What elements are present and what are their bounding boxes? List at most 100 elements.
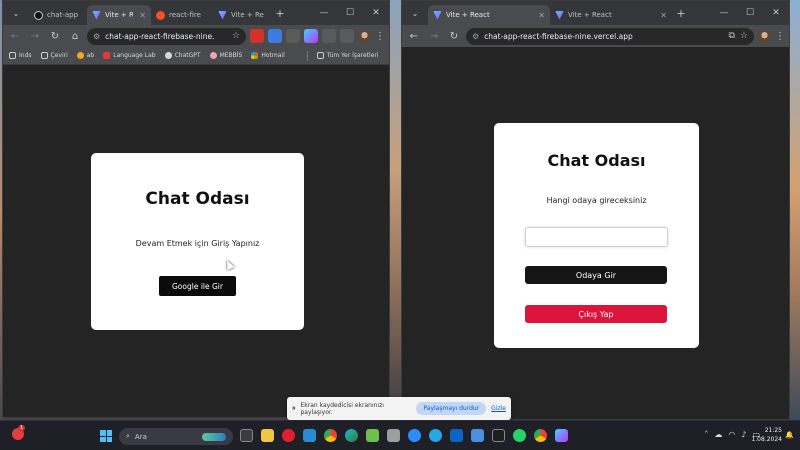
bookmark-icon bbox=[103, 52, 111, 59]
reload-icon[interactable]: ↻ bbox=[446, 28, 462, 44]
search-icon: ⌕ bbox=[126, 432, 130, 440]
room-name-input[interactable] bbox=[525, 227, 668, 247]
bookmark-item[interactable]: MEBBİS bbox=[209, 52, 242, 59]
avatar[interactable] bbox=[358, 29, 371, 43]
kebab-menu-icon[interactable]: ⋮ bbox=[375, 31, 385, 42]
bookmarks-divider bbox=[306, 50, 308, 61]
maximize-icon[interactable]: ☐ bbox=[337, 1, 363, 25]
desktop-wallpaper bbox=[389, 0, 401, 420]
address-bar[interactable]: ⚙ chat-app-react-firebase-nine.vercel.ap… bbox=[466, 27, 754, 45]
close-icon[interactable]: ✕ bbox=[763, 1, 789, 25]
vite-icon bbox=[433, 10, 442, 20]
drag-handle-icon[interactable]: ⏸ bbox=[292, 404, 296, 413]
folder-icon bbox=[9, 52, 16, 59]
opera-icon[interactable] bbox=[282, 429, 295, 442]
terminal-icon[interactable] bbox=[492, 429, 505, 442]
logout-button[interactable]: Çıkış Yap bbox=[525, 305, 667, 323]
window-controls: — ☐ ✕ bbox=[711, 1, 789, 25]
media-queue-icon[interactable] bbox=[340, 29, 354, 43]
file-explorer-icon[interactable] bbox=[261, 429, 274, 442]
address-bar[interactable]: ⚙ chat-app-react-firebase-nine. ☆ bbox=[87, 27, 246, 45]
desktop-wallpaper bbox=[789, 0, 800, 420]
forward-icon[interactable]: → bbox=[27, 28, 43, 44]
translate-icon[interactable]: ⧉ bbox=[728, 31, 734, 41]
close-icon[interactable]: ✕ bbox=[538, 11, 545, 20]
close-icon[interactable]: ✕ bbox=[139, 11, 146, 20]
bookmark-item[interactable]: ChatGPT bbox=[164, 52, 201, 59]
minimize-icon[interactable]: — bbox=[711, 1, 737, 25]
new-tab-button[interactable]: + bbox=[672, 7, 690, 20]
adblock-extension-icon[interactable] bbox=[250, 29, 264, 43]
tab-chat-app[interactable]: chat-app bbox=[29, 5, 87, 25]
volume-icon[interactable]: ♪ bbox=[741, 430, 746, 439]
clock[interactable]: 21:25 1.08.2024 bbox=[751, 426, 782, 444]
close-icon[interactable]: ✕ bbox=[363, 1, 389, 25]
page-title: Chat Odası bbox=[547, 151, 646, 170]
store-icon[interactable] bbox=[471, 429, 484, 442]
page-viewport: Chat Odası Hangi odaya gireceksiniz Oday… bbox=[402, 47, 789, 419]
bookmark-item[interactable]: Inds bbox=[9, 52, 32, 59]
tab-react-firebase[interactable]: react-fire bbox=[151, 5, 213, 25]
eyedropper-extension-icon[interactable] bbox=[286, 29, 300, 43]
google-login-button[interactable]: Google ile Gir bbox=[159, 276, 236, 296]
extensions-puzzle-icon[interactable] bbox=[322, 29, 336, 43]
back-icon[interactable]: ← bbox=[406, 28, 422, 44]
chevron-up-icon[interactable]: ˄ bbox=[704, 430, 708, 439]
site-info-icon[interactable]: ⚙ bbox=[472, 32, 479, 41]
zoom-icon[interactable] bbox=[408, 429, 421, 442]
translate-extension-icon[interactable] bbox=[268, 29, 282, 43]
tab-vite-react-2[interactable]: Vite + Re bbox=[213, 5, 271, 25]
bookmark-star-icon[interactable]: ☆ bbox=[740, 31, 748, 41]
bookmark-item[interactable]: Hotmail bbox=[251, 52, 285, 59]
chrome-icon[interactable] bbox=[534, 429, 547, 442]
bookmark-star-icon[interactable]: ☆ bbox=[232, 31, 240, 41]
tab-vite-react-2[interactable]: Vite + React ✕ bbox=[550, 5, 672, 25]
reload-icon[interactable]: ↻ bbox=[47, 28, 63, 44]
whatsapp-icon[interactable] bbox=[513, 429, 526, 442]
browser-window-left: ⌄ chat-app Vite + Re ✕ react-fire Vite +… bbox=[2, 0, 390, 418]
telegram-icon[interactable] bbox=[429, 429, 442, 442]
vite-icon[interactable] bbox=[555, 429, 568, 442]
tab-label: chat-app bbox=[47, 11, 79, 19]
edge-icon[interactable] bbox=[345, 429, 358, 442]
vscode-icon[interactable] bbox=[303, 429, 316, 442]
back-icon[interactable]: ← bbox=[7, 28, 23, 44]
all-bookmarks-button[interactable]: Tüm Yer İşaretleri bbox=[316, 52, 379, 59]
new-tab-button[interactable]: + bbox=[271, 7, 289, 20]
cloud-icon[interactable]: ☁ bbox=[714, 430, 722, 439]
vite-extension-icon[interactable] bbox=[304, 29, 318, 43]
tab-label: Vite + Re bbox=[105, 11, 134, 19]
database-icon[interactable] bbox=[387, 429, 400, 442]
minimize-icon[interactable]: — bbox=[311, 1, 337, 25]
wifi-icon[interactable]: ◠ bbox=[728, 430, 735, 439]
stop-sharing-button[interactable]: Paylaşmayı durdur bbox=[416, 402, 487, 415]
outlook-icon[interactable] bbox=[450, 429, 463, 442]
microsoft-icon bbox=[251, 52, 259, 59]
forward-icon[interactable]: → bbox=[426, 28, 442, 44]
avatar[interactable] bbox=[758, 29, 771, 43]
notification-bell-icon[interactable]: 🔔 bbox=[785, 431, 794, 439]
tab-vite-react[interactable]: Vite + Re ✕ bbox=[87, 5, 151, 25]
share-message: Ekran kaydedicisi ekranınızı paylaşıyor. bbox=[300, 401, 384, 416]
windows-start-icon[interactable] bbox=[100, 430, 112, 442]
taskbar-search[interactable]: ⌕ Ara bbox=[119, 428, 233, 445]
bookmark-item[interactable]: ab bbox=[76, 52, 94, 59]
kebab-menu-icon[interactable]: ⋮ bbox=[775, 31, 785, 42]
notification-badge: 1 bbox=[18, 425, 26, 431]
bookmark-item[interactable]: Language Lab bbox=[103, 52, 156, 59]
clock-date: 1.08.2024 bbox=[751, 436, 782, 443]
chrome-icon[interactable] bbox=[324, 429, 337, 442]
home-icon[interactable]: ⌂ bbox=[67, 28, 83, 44]
hide-share-bar-link[interactable]: Gizle bbox=[491, 405, 506, 412]
bookmark-item[interactable]: Çeviri bbox=[40, 52, 68, 59]
enter-room-button[interactable]: Odaya Gir bbox=[525, 266, 667, 284]
tab-search-button[interactable]: ⌄ bbox=[7, 4, 25, 22]
tab-search-button[interactable]: ⌄ bbox=[406, 4, 424, 22]
task-view-icon[interactable] bbox=[240, 429, 253, 442]
close-icon[interactable]: ✕ bbox=[660, 11, 667, 20]
site-info-icon[interactable]: ⚙ bbox=[93, 32, 100, 41]
tab-vite-react[interactable]: Vite + React ✕ bbox=[428, 5, 550, 25]
maximize-icon[interactable]: ☐ bbox=[737, 1, 763, 25]
notepad-icon[interactable] bbox=[366, 429, 379, 442]
tab-label: react-fire bbox=[169, 11, 201, 19]
